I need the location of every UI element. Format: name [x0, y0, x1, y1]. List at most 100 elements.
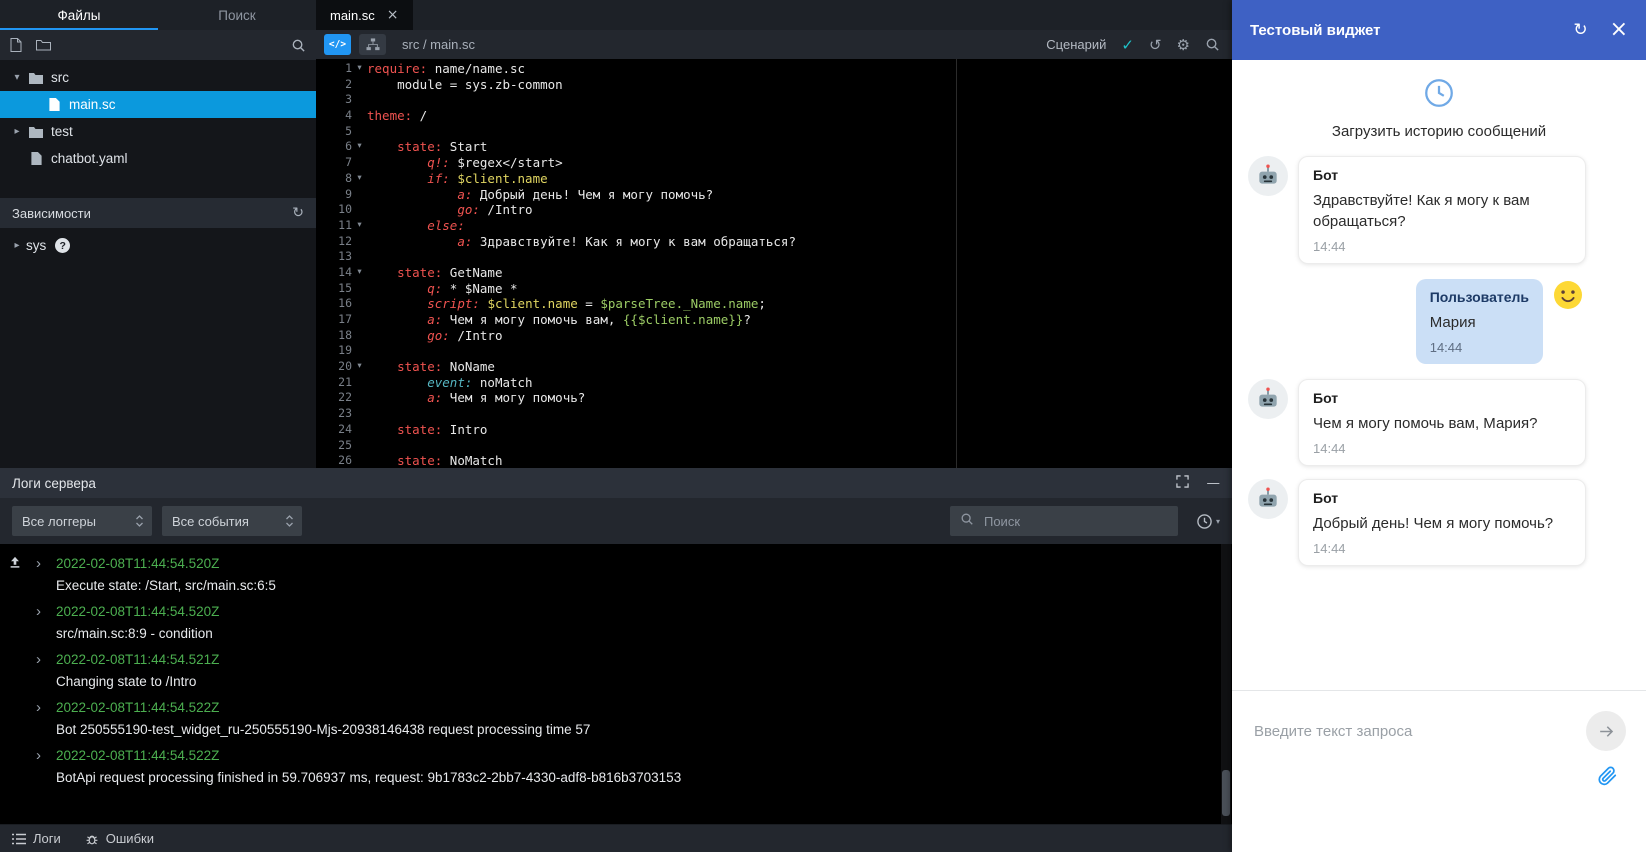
- code-line-21[interactable]: 21 event: noMatch: [316, 375, 1232, 391]
- code-line-1[interactable]: 1▾require: name/name.sc: [316, 61, 1232, 77]
- new-file-icon[interactable]: [10, 38, 22, 52]
- code-line-4[interactable]: 4theme: /: [316, 108, 1232, 124]
- fold-icon[interactable]: ▾: [352, 139, 367, 155]
- close-widget-icon[interactable]: ×: [1610, 19, 1628, 41]
- log-entry[interactable]: ›2022-02-08T11:44:54.522ZBotApi request …: [0, 744, 1232, 790]
- publish-marker-icon[interactable]: [8, 555, 22, 577]
- line-number: 3: [316, 92, 352, 108]
- restart-widget-icon[interactable]: ↻: [1573, 20, 1587, 40]
- tab-search[interactable]: Поиск: [158, 0, 316, 30]
- log-entry[interactable]: ›2022-02-08T11:44:54.520Zsrc/main.sc:8:9…: [0, 600, 1232, 646]
- new-folder-icon[interactable]: [36, 39, 51, 51]
- message-text: Здравствуйте! Как я могу к вам обращатьс…: [1313, 190, 1571, 232]
- close-tab-icon[interactable]: ×: [387, 7, 399, 23]
- expand-chevron-icon[interactable]: ›: [36, 697, 41, 719]
- log-entry[interactable]: ›2022-02-08T11:44:54.522ZBot 250555190-t…: [0, 696, 1232, 742]
- code-line-25[interactable]: 25: [316, 438, 1232, 454]
- visual-editor-button[interactable]: [359, 34, 386, 55]
- dependency-item-sys[interactable]: ▸sys?: [0, 232, 316, 259]
- fold-icon[interactable]: ▾: [352, 359, 367, 375]
- expand-chevron-icon[interactable]: ›: [36, 649, 41, 671]
- tree-item-test[interactable]: ▸test: [0, 118, 316, 145]
- status-logs-label: Логи: [33, 831, 61, 846]
- fold-icon[interactable]: ▾: [352, 265, 367, 281]
- expand-chevron-icon[interactable]: ›: [36, 553, 41, 575]
- revert-icon[interactable]: ↺: [1149, 36, 1162, 54]
- code-line-5[interactable]: 5: [316, 124, 1232, 140]
- fold-spacer: [352, 234, 367, 250]
- tree-item-chatbot.yaml[interactable]: chatbot.yaml: [0, 145, 316, 172]
- chat-input[interactable]: [1252, 722, 1574, 741]
- code-line-18[interactable]: 18 go: /Intro: [316, 328, 1232, 344]
- attach-file-icon[interactable]: [1596, 765, 1618, 792]
- tab-files[interactable]: Файлы: [0, 0, 158, 30]
- status-errors-tab[interactable]: Ошибки: [85, 831, 154, 846]
- code-editor[interactable]: 1▾require: name/name.sc2 module = sys.zb…: [316, 59, 1232, 468]
- code-line-12[interactable]: 12 a: Здравствуйте! Как я могу к вам обр…: [316, 234, 1232, 250]
- logs-scrollbar[interactable]: [1221, 544, 1231, 824]
- fold-spacer: [352, 155, 367, 171]
- code-line-6[interactable]: 6▾ state: Start: [316, 139, 1232, 155]
- code-view-button[interactable]: </>: [324, 34, 351, 55]
- code-line-19[interactable]: 19: [316, 343, 1232, 359]
- code-line-24[interactable]: 24 state: Intro: [316, 422, 1232, 438]
- code-line-9[interactable]: 9 a: Добрый день! Чем я могу помочь?: [316, 187, 1232, 203]
- settings-gear-icon[interactable]: ⚙: [1177, 36, 1190, 54]
- code-line-22[interactable]: 22 a: Чем я могу помочь?: [316, 390, 1232, 406]
- code-line-7[interactable]: 7 q!: $regex</start>: [316, 155, 1232, 171]
- line-number: 8: [316, 171, 352, 187]
- search-files-icon[interactable]: [291, 38, 306, 53]
- editor-tab-main-sc[interactable]: main.sc ×: [316, 0, 413, 30]
- dropdown-arrows-icon: [285, 514, 294, 528]
- bot-avatar-icon: [1248, 479, 1288, 519]
- scrollbar-thumb[interactable]: [1222, 770, 1230, 816]
- events-filter-dropdown[interactable]: Все события: [162, 506, 302, 536]
- chevron-down-icon[interactable]: ▾: [8, 72, 26, 83]
- logs-search-input[interactable]: [982, 513, 1168, 530]
- fold-spacer: [352, 453, 367, 468]
- help-icon[interactable]: ?: [55, 238, 70, 253]
- logs-output: ›2022-02-08T11:44:54.520ZExecute state: …: [0, 544, 1232, 824]
- expand-chevron-icon[interactable]: ›: [36, 601, 41, 623]
- code-line-3[interactable]: 3: [316, 92, 1232, 108]
- code-line-10[interactable]: 10 go: /Intro: [316, 202, 1232, 218]
- line-number: 26: [316, 453, 352, 468]
- chevron-right-icon[interactable]: ▸: [8, 126, 26, 137]
- tree-item-src[interactable]: ▾src: [0, 64, 316, 91]
- line-number: 15: [316, 281, 352, 297]
- code-line-26[interactable]: 26 state: NoMatch: [316, 453, 1232, 468]
- code-line-8[interactable]: 8▾ if: $client.name: [316, 171, 1232, 187]
- fold-spacer: [352, 281, 367, 297]
- send-button[interactable]: [1586, 711, 1626, 751]
- chevron-right-icon[interactable]: ▸: [8, 240, 26, 251]
- tree-item-main.sc[interactable]: main.sc: [0, 91, 316, 118]
- fold-icon[interactable]: ▾: [352, 61, 367, 77]
- status-logs-tab[interactable]: Логи: [12, 831, 61, 846]
- code-line-20[interactable]: 20▾ state: NoName: [316, 359, 1232, 375]
- refresh-dependencies-icon[interactable]: ↻: [292, 205, 304, 221]
- code-line-17[interactable]: 17 a: Чем я могу помочь вам, {{$client.n…: [316, 312, 1232, 328]
- fold-icon[interactable]: ▾: [352, 171, 367, 187]
- expand-logs-icon[interactable]: [1176, 475, 1189, 491]
- load-history-button[interactable]: Загрузить историю сообщений: [1232, 60, 1646, 142]
- loggers-filter-dropdown[interactable]: Все логгеры: [12, 506, 152, 536]
- log-entry[interactable]: ›2022-02-08T11:44:54.521ZChanging state …: [0, 648, 1232, 694]
- code-line-11[interactable]: 11▾ else:: [316, 218, 1232, 234]
- minimize-logs-icon[interactable]: —: [1207, 475, 1221, 491]
- code-line-23[interactable]: 23: [316, 406, 1232, 422]
- search-in-code-icon[interactable]: [1205, 37, 1220, 52]
- expand-chevron-icon[interactable]: ›: [36, 745, 41, 767]
- code-line-13[interactable]: 13: [316, 249, 1232, 265]
- loggers-filter-value: Все логгеры: [22, 514, 96, 529]
- log-entry[interactable]: ›2022-02-08T11:44:54.520ZExecute state: …: [0, 552, 1232, 598]
- code-line-16[interactable]: 16 script: $client.name = $parseTree._Na…: [316, 296, 1232, 312]
- code-line-14[interactable]: 14▾ state: GetName: [316, 265, 1232, 281]
- fold-icon[interactable]: ▾: [352, 218, 367, 234]
- logs-search-box[interactable]: [950, 506, 1178, 536]
- code-line-15[interactable]: 15 q: * $Name *: [316, 281, 1232, 297]
- scenario-label: Сценарий: [1046, 37, 1106, 52]
- log-message: Changing state to /Intro: [56, 671, 1208, 693]
- file-icon: [44, 98, 64, 111]
- time-filter-button[interactable]: ▾: [1196, 513, 1220, 530]
- code-line-2[interactable]: 2 module = sys.zb-common: [316, 77, 1232, 93]
